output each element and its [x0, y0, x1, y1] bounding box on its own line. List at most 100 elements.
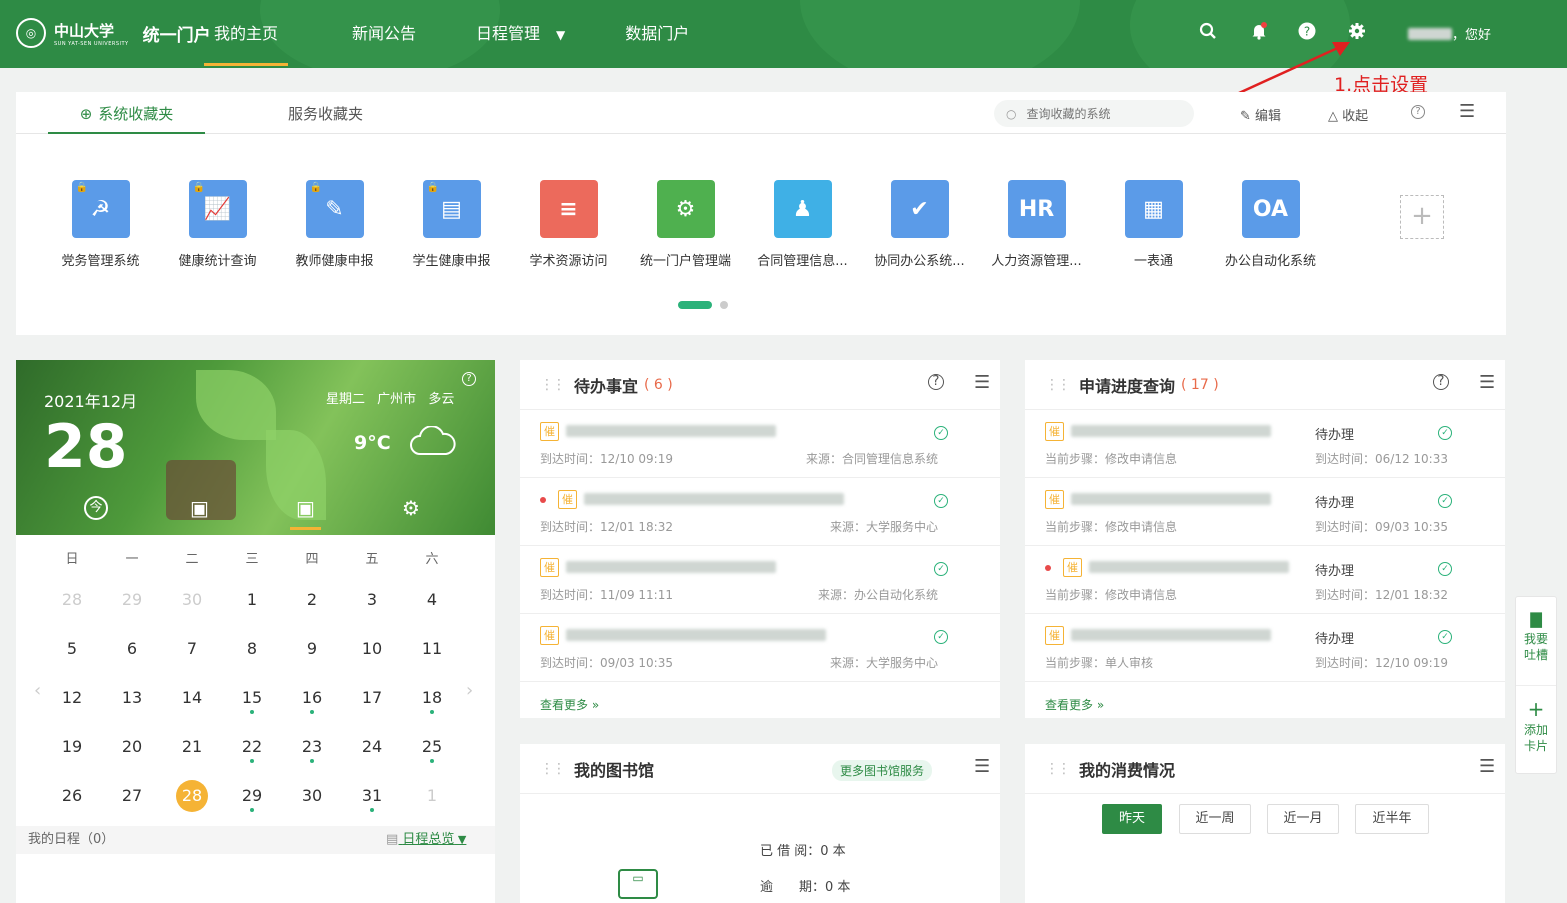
app-item[interactable]: 🔒 📈 健康统计查询: [159, 180, 276, 269]
help-icon[interactable]: ?: [462, 372, 476, 386]
app-item[interactable]: 🔒 ▤ 学生健康申报: [393, 180, 510, 269]
todo-more-link[interactable]: 查看更多 »: [540, 696, 599, 713]
check-circle-icon[interactable]: ✓: [934, 494, 948, 508]
collapse-button[interactable]: △ 收起: [1328, 105, 1368, 124]
check-circle-icon[interactable]: ✓: [934, 562, 948, 576]
calendar-day-cell[interactable]: 14: [162, 688, 222, 737]
favorites-search-input[interactable]: [1026, 106, 1177, 121]
calendar-day-cell[interactable]: 6: [102, 639, 162, 688]
user-greeting[interactable]: ，您好: [1408, 24, 1491, 43]
prev-month-icon[interactable]: ‹: [34, 680, 41, 701]
todo-item[interactable]: 催 ✓ 到达时间：09/03 10:35 来源：大学服务中心: [520, 614, 1000, 682]
todo-item[interactable]: 催 ✓ 到达时间：12/01 18:32 来源：大学服务中心: [520, 478, 1000, 546]
calendar-day-cell[interactable]: 11: [402, 639, 462, 688]
tab-service-favorites[interactable]: 服务收藏夹: [288, 92, 363, 134]
source: 来源：合同管理信息系统: [805, 452, 938, 466]
drag-handle-icon[interactable]: ⋮⋮: [540, 377, 566, 393]
apply-item[interactable]: 催 待办理 ✓ 当前步骤：修改申请信息 到达时间：06/12 10:33: [1025, 410, 1505, 478]
feedback-button[interactable]: ▇ 我要吐槽: [1516, 597, 1556, 685]
week-view-icon[interactable]: ▣: [190, 496, 209, 520]
help-icon[interactable]: ?: [1411, 105, 1425, 119]
calendar-day-cell[interactable]: 16: [282, 688, 342, 737]
todo-item[interactable]: 催 ✓ 到达时间：11/09 11:11 来源：办公自动化系统: [520, 546, 1000, 614]
menu-icon[interactable]: ☰: [1459, 101, 1475, 122]
carousel-dot[interactable]: [720, 301, 728, 309]
app-item[interactable]: OA 办公自动化系统: [1212, 180, 1329, 269]
todo-item[interactable]: 催 ✓ 到达时间：12/10 09:19 来源：合同管理信息系统: [520, 410, 1000, 478]
calendar-day-cell[interactable]: 12: [42, 688, 102, 737]
app-item[interactable]: ▦ 一表通: [1095, 180, 1212, 269]
check-circle-icon[interactable]: ✓: [1438, 630, 1452, 644]
tab-system-favorites[interactable]: ⊕ 系统收藏夹: [48, 92, 205, 134]
carousel-dot-active[interactable]: [678, 301, 712, 309]
app-item[interactable]: ♟ 合同管理信息...: [744, 180, 861, 269]
add-app-button[interactable]: +: [1400, 195, 1444, 239]
drag-handle-icon[interactable]: ⋮⋮: [1045, 377, 1071, 393]
calendar-settings-icon[interactable]: ⚙: [402, 496, 420, 520]
nav-schedule[interactable]: 日程管理 ▼: [462, 0, 579, 68]
more-library-services-button[interactable]: 更多图书馆服务: [832, 760, 933, 781]
calendar-day-cell[interactable]: 8: [222, 639, 282, 688]
app-item[interactable]: 🔒 ✎ 教师健康申报: [276, 180, 393, 269]
check-circle-icon[interactable]: ✓: [934, 630, 948, 644]
calendar-day-cell[interactable]: 4: [402, 590, 462, 639]
calendar-day-cell[interactable]: 25: [402, 737, 462, 786]
calendar-day-cell[interactable]: 28: [42, 590, 102, 639]
today-button[interactable]: 今: [84, 496, 108, 520]
apply-item[interactable]: 催 待办理 ✓ 当前步骤：修改申请信息 到达时间：12/01 18:32: [1025, 546, 1505, 614]
schedule-overview-link[interactable]: ▤ 日程总览 ▼: [386, 826, 466, 854]
help-icon[interactable]: ?: [1433, 374, 1449, 390]
calendar-day-cell[interactable]: 1: [222, 590, 282, 639]
app-item[interactable]: ✔ 协同办公系统...: [861, 180, 978, 269]
calendar-day-cell[interactable]: 13: [102, 688, 162, 737]
calendar-day-cell[interactable]: 30: [162, 590, 222, 639]
university-logo[interactable]: ◎ 中山大学 SUN YAT-SEN UNIVERSITY 统一门户: [16, 18, 211, 48]
check-circle-icon[interactable]: ✓: [1438, 562, 1452, 576]
app-item[interactable]: HR 人力资源管理...: [978, 180, 1095, 269]
calendar-day-cell[interactable]: 21: [162, 737, 222, 786]
calendar-day-cell[interactable]: 5: [42, 639, 102, 688]
calendar-day-cell[interactable]: 3: [342, 590, 402, 639]
nav-data-portal[interactable]: 数据门户: [611, 0, 703, 68]
nav-home[interactable]: 我的主页: [200, 0, 292, 68]
calendar-day-cell[interactable]: 9: [282, 639, 342, 688]
logo-name: 中山大学: [54, 21, 115, 40]
menu-icon[interactable]: ☰: [974, 372, 990, 393]
check-circle-icon[interactable]: ✓: [1438, 426, 1452, 440]
menu-icon[interactable]: ☰: [974, 756, 990, 777]
calendar-day-cell[interactable]: 2: [282, 590, 342, 639]
app-item[interactable]: 🔒 ☭ 党务管理系统: [42, 180, 159, 269]
calendar-day-number: 13: [121, 688, 143, 707]
check-circle-icon[interactable]: ✓: [1438, 494, 1452, 508]
calendar-day-cell[interactable]: 20: [102, 737, 162, 786]
apply-item[interactable]: 催 待办理 ✓ 当前步骤：单人审核 到达时间：12/10 09:19: [1025, 614, 1505, 682]
calendar-day-cell[interactable]: 15: [222, 688, 282, 737]
range-month-button[interactable]: 近一月: [1267, 804, 1339, 834]
calendar-day-cell[interactable]: 17: [342, 688, 402, 737]
calendar-day-cell[interactable]: 18: [402, 688, 462, 737]
drag-handle-icon[interactable]: ⋮⋮: [1045, 761, 1071, 777]
calendar-day-cell[interactable]: 22: [222, 737, 282, 786]
apply-more-link[interactable]: 查看更多 »: [1045, 696, 1104, 713]
app-item[interactable]: ⚙ 统一门户管理端: [627, 180, 744, 269]
menu-icon[interactable]: ☰: [1479, 372, 1495, 393]
apply-item[interactable]: 催 待办理 ✓ 当前步骤：修改申请信息 到达时间：09/03 10:35: [1025, 478, 1505, 546]
range-yesterday-button[interactable]: 昨天: [1102, 804, 1162, 834]
calendar-day-cell[interactable]: 19: [42, 737, 102, 786]
range-halfyear-button[interactable]: 近半年: [1355, 804, 1429, 834]
edit-button[interactable]: ✎ 编辑: [1240, 105, 1281, 124]
calendar-day-cell[interactable]: 24: [342, 737, 402, 786]
calendar-day-cell[interactable]: 7: [162, 639, 222, 688]
nav-news[interactable]: 新闻公告: [338, 0, 430, 68]
drag-handle-icon[interactable]: ⋮⋮: [540, 761, 566, 777]
app-item[interactable]: ≡ 学术资源访问: [510, 180, 627, 269]
menu-icon[interactable]: ☰: [1479, 756, 1495, 777]
add-card-button[interactable]: + 添加卡片: [1516, 685, 1556, 773]
range-week-button[interactable]: 近一周: [1179, 804, 1251, 834]
calendar-day-cell[interactable]: 23: [282, 737, 342, 786]
check-circle-icon[interactable]: ✓: [934, 426, 948, 440]
calendar-day-cell[interactable]: 29: [102, 590, 162, 639]
calendar-day-cell[interactable]: 10: [342, 639, 402, 688]
month-view-icon[interactable]: ▣: [290, 496, 321, 530]
help-icon[interactable]: ?: [928, 374, 944, 390]
